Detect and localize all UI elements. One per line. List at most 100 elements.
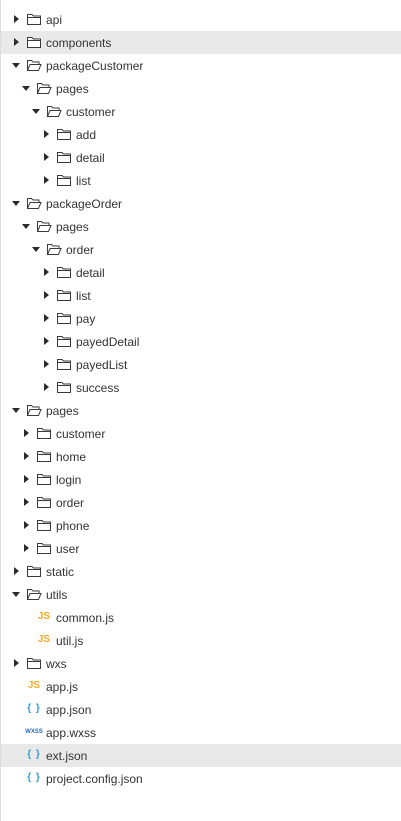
tree-item-customer[interactable]: customer: [1, 422, 401, 445]
expand-toggle[interactable]: [11, 399, 23, 422]
tree-item-list[interactable]: list: [1, 169, 401, 192]
expand-toggle[interactable]: [11, 8, 23, 31]
expand-toggle[interactable]: [21, 537, 33, 560]
expand-toggle[interactable]: [41, 376, 53, 399]
caret-right-icon[interactable]: [14, 14, 19, 23]
tree-item-project-config-json[interactable]: { } project.config.json: [1, 767, 401, 790]
expand-toggle[interactable]: [21, 491, 33, 514]
expand-toggle[interactable]: [11, 560, 23, 583]
tree-item-label: order: [56, 495, 85, 510]
tree-item-app-js[interactable]: JS app.js: [1, 675, 401, 698]
caret-down-icon[interactable]: [12, 200, 20, 206]
json-file-icon: { }: [26, 702, 42, 716]
expand-toggle[interactable]: [31, 100, 43, 123]
tree-item-api[interactable]: api: [1, 8, 401, 31]
caret-down-icon[interactable]: [32, 108, 40, 114]
caret-right-icon[interactable]: [24, 474, 29, 483]
caret-right-icon[interactable]: [44, 382, 49, 391]
tree-item-add[interactable]: add: [1, 123, 401, 146]
caret-down-icon[interactable]: [22, 223, 30, 229]
tree-item-packageorder[interactable]: packageOrder: [1, 192, 401, 215]
js-file-glyph: JS: [37, 634, 51, 645]
tree-item-success[interactable]: success: [1, 376, 401, 399]
tree-item-utils[interactable]: utils: [1, 583, 401, 606]
tree-item-payeddetail[interactable]: payedDetail: [1, 330, 401, 353]
tree-item-app-json[interactable]: { } app.json: [1, 698, 401, 721]
tree-item-home[interactable]: home: [1, 445, 401, 468]
caret-right-icon[interactable]: [14, 37, 19, 46]
expand-toggle[interactable]: [41, 353, 53, 376]
expand-toggle[interactable]: [11, 54, 23, 77]
tree-item-common-js[interactable]: JS common.js: [1, 606, 401, 629]
folder-open-icon: [36, 81, 52, 95]
caret-right-icon[interactable]: [44, 129, 49, 138]
caret-down-icon[interactable]: [12, 591, 20, 597]
caret-down-icon[interactable]: [12, 62, 20, 68]
caret-down-icon[interactable]: [32, 246, 40, 252]
tree-item-components[interactable]: components: [1, 30, 401, 54]
expand-toggle[interactable]: [11, 652, 23, 675]
tree-item-detail[interactable]: detail: [1, 146, 401, 169]
expand-toggle[interactable]: [21, 422, 33, 445]
expand-toggle[interactable]: [41, 307, 53, 330]
wxss-file-glyph: WXSS: [25, 729, 43, 735]
tree-item-label: pay: [76, 311, 96, 326]
caret-down-icon[interactable]: [22, 85, 30, 91]
caret-right-icon[interactable]: [44, 175, 49, 184]
tree-item-wxs[interactable]: wxs: [1, 652, 401, 675]
tree-item-app-wxss[interactable]: WXSS app.wxss: [1, 721, 401, 744]
caret-right-icon[interactable]: [44, 152, 49, 161]
folder-icon: [26, 12, 42, 26]
tree-item-order[interactable]: order: [1, 238, 401, 261]
caret-right-icon[interactable]: [24, 543, 29, 552]
tree-item-packagecustomer[interactable]: packageCustomer: [1, 54, 401, 77]
caret-right-icon[interactable]: [14, 658, 19, 667]
tree-item-user[interactable]: user: [1, 537, 401, 560]
expand-toggle[interactable]: [21, 215, 33, 238]
expand-toggle[interactable]: [21, 468, 33, 491]
caret-right-icon[interactable]: [14, 566, 19, 575]
tree-item-detail[interactable]: detail: [1, 261, 401, 284]
caret-right-icon[interactable]: [44, 359, 49, 368]
expand-toggle[interactable]: [11, 583, 23, 606]
tree-item-label: payedList: [76, 357, 128, 372]
expand-toggle[interactable]: [21, 514, 33, 537]
caret-right-icon[interactable]: [24, 520, 29, 529]
expand-toggle[interactable]: [31, 238, 43, 261]
caret-right-icon[interactable]: [44, 267, 49, 276]
tree-item-label: list: [76, 173, 91, 188]
expand-toggle[interactable]: [41, 284, 53, 307]
expand-toggle[interactable]: [11, 31, 23, 54]
caret-right-icon[interactable]: [24, 428, 29, 437]
tree-item-pay[interactable]: pay: [1, 307, 401, 330]
expand-toggle[interactable]: [11, 192, 23, 215]
tree-item-util-js[interactable]: JS util.js: [1, 629, 401, 652]
caret-right-icon[interactable]: [24, 497, 29, 506]
tree-item-static[interactable]: static: [1, 560, 401, 583]
tree-item-payedlist[interactable]: payedList: [1, 353, 401, 376]
expand-toggle[interactable]: [21, 77, 33, 100]
expand-toggle[interactable]: [41, 261, 53, 284]
expand-toggle[interactable]: [41, 123, 53, 146]
expand-toggle[interactable]: [21, 445, 33, 468]
tree-item-login[interactable]: login: [1, 468, 401, 491]
caret-right-icon[interactable]: [24, 451, 29, 460]
tree-item-ext-json[interactable]: { } ext.json: [1, 743, 401, 767]
expand-toggle[interactable]: [41, 169, 53, 192]
tree-item-label: packageOrder: [46, 196, 123, 211]
caret-right-icon[interactable]: [44, 313, 49, 322]
tree-item-phone[interactable]: phone: [1, 514, 401, 537]
expand-toggle[interactable]: [41, 146, 53, 169]
tree-item-customer[interactable]: customer: [1, 100, 401, 123]
caret-down-icon[interactable]: [12, 407, 20, 413]
tree-item-label: login: [56, 472, 82, 487]
tree-item-pages[interactable]: pages: [1, 215, 401, 238]
folder-open-icon: [26, 403, 42, 417]
tree-item-order[interactable]: order: [1, 491, 401, 514]
caret-right-icon[interactable]: [44, 336, 49, 345]
tree-item-pages[interactable]: pages: [1, 77, 401, 100]
tree-item-list[interactable]: list: [1, 284, 401, 307]
tree-item-pages[interactable]: pages: [1, 399, 401, 422]
expand-toggle[interactable]: [41, 330, 53, 353]
caret-right-icon[interactable]: [44, 290, 49, 299]
